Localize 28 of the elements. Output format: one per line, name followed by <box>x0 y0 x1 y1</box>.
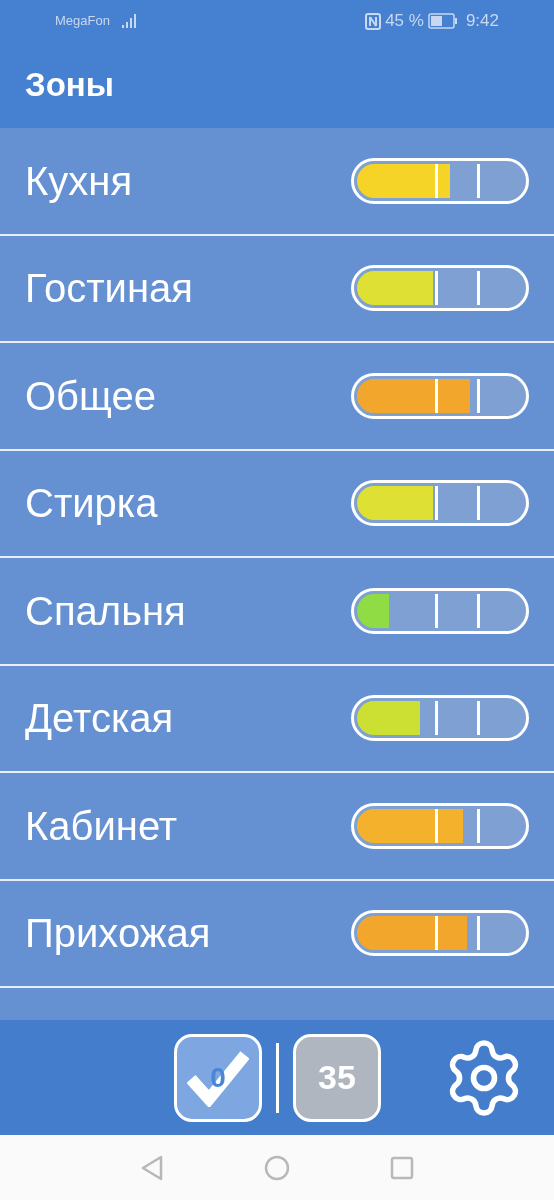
zone-row[interactable]: Детская <box>0 665 554 773</box>
zone-row[interactable]: Общее <box>0 343 554 451</box>
zone-name: Кухня <box>25 157 134 205</box>
recents-icon[interactable] <box>390 1155 414 1180</box>
battery-icon <box>427 13 458 29</box>
zone-name: Спальня <box>25 587 187 635</box>
zone-row[interactable]: Кухня <box>0 128 554 236</box>
zone-name: Гостиная <box>25 265 194 313</box>
check-icon <box>187 1048 249 1107</box>
battery-percent: 45 % <box>385 10 424 33</box>
zone-row[interactable]: Гостиная <box>0 235 554 343</box>
zone-row[interactable]: Прихожая <box>0 880 554 988</box>
screen-title: Зоны <box>25 65 114 106</box>
zone-row[interactable]: Стирка <box>0 450 554 558</box>
zone-row[interactable]: Спальня <box>0 558 554 666</box>
zone-name: Кабинет <box>25 802 179 850</box>
clock: 9:42 <box>465 10 499 33</box>
zone-name: Общее <box>25 372 157 420</box>
zone-name: Прихожая <box>25 910 212 958</box>
zone-name: Стирка <box>25 480 159 528</box>
carrier-name: MegaFon <box>55 12 110 31</box>
home-icon[interactable] <box>264 1154 290 1181</box>
nfc-icon <box>365 12 382 30</box>
signal-icon <box>121 14 138 28</box>
pending-button[interactable]: 35 <box>293 1033 381 1122</box>
back-icon[interactable] <box>140 1154 164 1181</box>
zone-row[interactable]: Кабинет <box>0 773 554 881</box>
zone-name: Детская <box>25 695 175 743</box>
